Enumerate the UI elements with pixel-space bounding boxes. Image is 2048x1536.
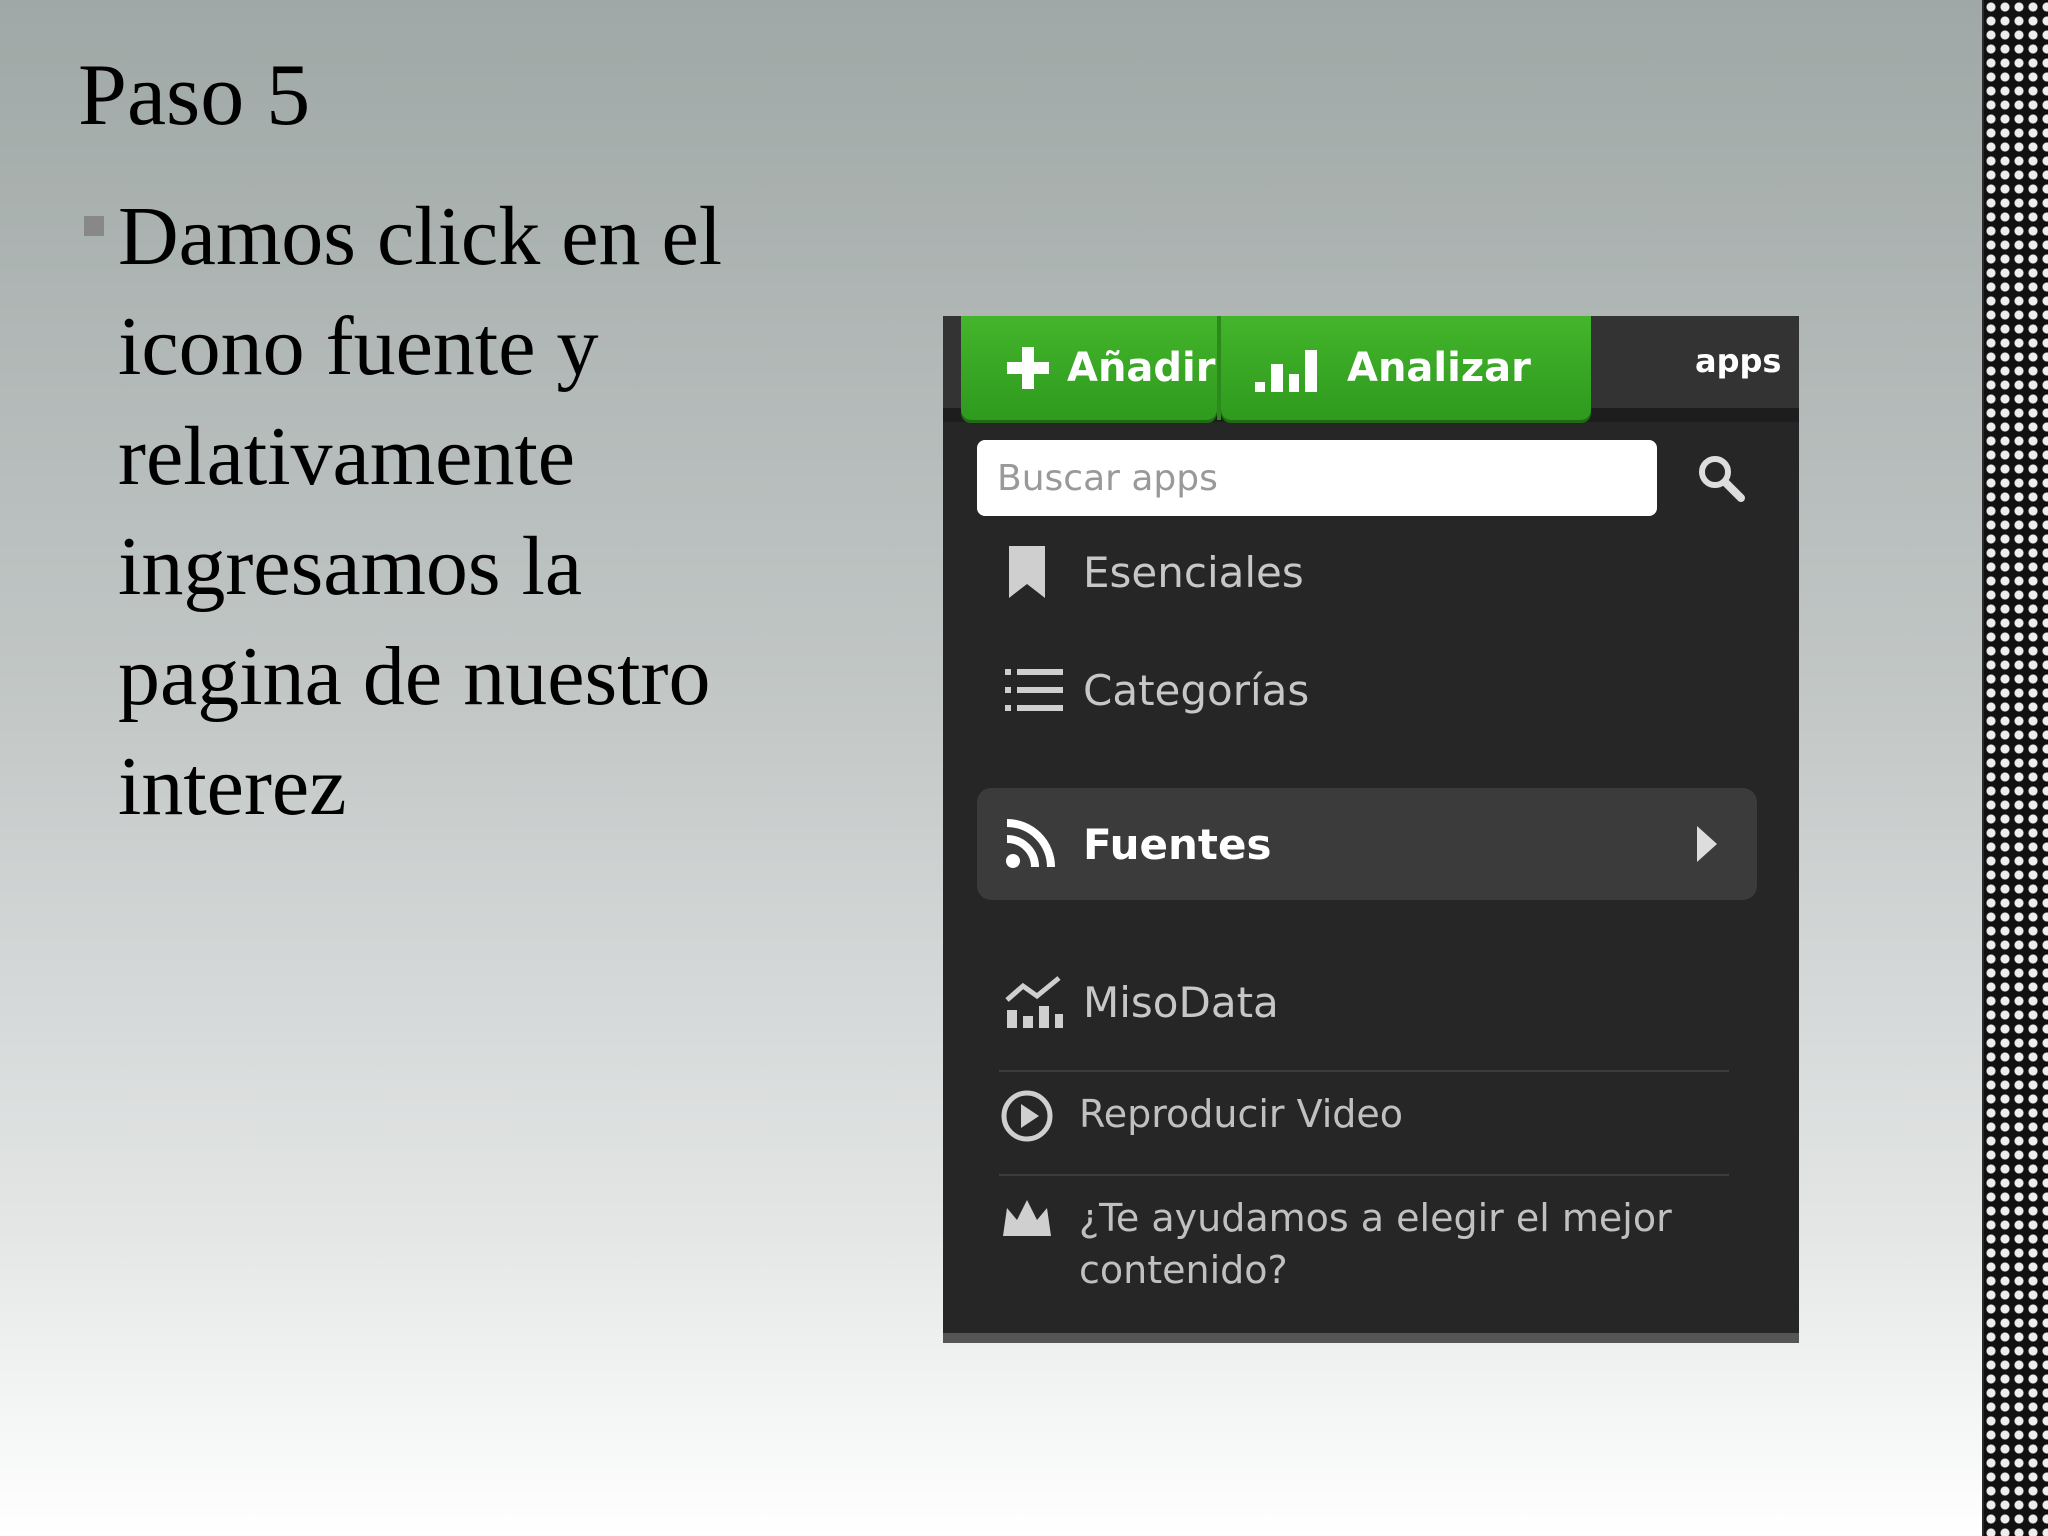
- analyze-button-label: Analizar: [1347, 345, 1531, 391]
- search-icon: [1699, 456, 1745, 502]
- chevron-right-icon: [1697, 826, 1717, 862]
- decorative-dot-strip: [1984, 0, 2048, 1536]
- divider: [999, 1174, 1729, 1176]
- app-sidebar-screenshot: Añadir Analizar apps Esenc: [943, 316, 1799, 1343]
- apps-tab[interactable]: apps: [1695, 342, 1781, 380]
- divider: [999, 1070, 1729, 1072]
- bookmark-icon: [1009, 546, 1045, 598]
- search-input[interactable]: [977, 440, 1657, 516]
- play-circle-icon: [1001, 1090, 1053, 1142]
- search-box: [977, 440, 1657, 516]
- play-video-label: Reproducir Video: [1079, 1092, 1404, 1136]
- add-button-label: Añadir: [1067, 345, 1216, 391]
- plus-icon: [1007, 347, 1049, 389]
- bar-chart-icon: [1255, 350, 1317, 392]
- sidebar-item-label: Esenciales: [1083, 547, 1304, 597]
- help-choose-content-label: ¿Te ayudamos a elegir el mejor contenido…: [1079, 1196, 1672, 1292]
- bullet-marker: [84, 216, 104, 236]
- sidebar-item-misodata[interactable]: MisoData: [977, 946, 1757, 1058]
- analyze-button[interactable]: Analizar: [1221, 316, 1591, 420]
- play-video-link[interactable]: Reproducir Video: [999, 1088, 1759, 1144]
- list-icon: [1005, 669, 1063, 711]
- sidebar-item-label: Fuentes: [1083, 819, 1272, 869]
- sidebar-item-label: MisoData: [1083, 977, 1279, 1027]
- sidebar-item-categorias[interactable]: Categorías: [977, 634, 1757, 746]
- sidebar-item-fuentes[interactable]: Fuentes: [977, 788, 1757, 900]
- help-choose-content-link[interactable]: ¿Te ayudamos a elegir el mejor contenido…: [999, 1192, 1759, 1296]
- add-button[interactable]: Añadir: [961, 316, 1217, 420]
- panel-bottom-edge: [943, 1333, 1799, 1343]
- sidebar-item-label: Categorías: [1083, 665, 1310, 715]
- search-button[interactable]: [1691, 448, 1751, 508]
- chart-icon: [1005, 976, 1063, 1028]
- rss-icon: [1006, 819, 1055, 868]
- slide-bullet-text: Damos click en el icono fuente y relativ…: [118, 190, 723, 833]
- crown-icon: [1003, 1200, 1051, 1236]
- slide-title: Paso 5: [78, 47, 311, 144]
- sidebar-item-esenciales[interactable]: Esenciales: [977, 516, 1757, 628]
